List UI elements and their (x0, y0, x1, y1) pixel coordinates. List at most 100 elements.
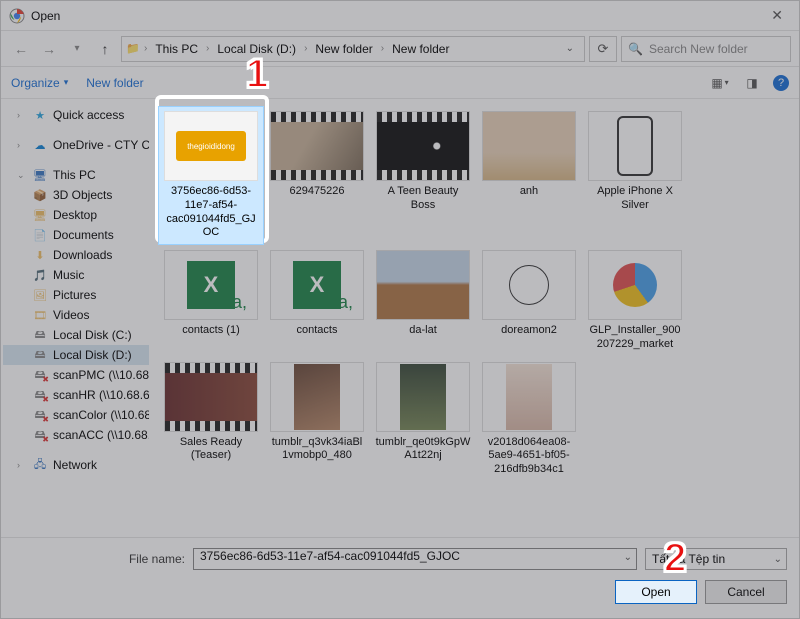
file-thumbnail (270, 111, 364, 181)
nav-back-button[interactable]: ← (9, 37, 33, 61)
sidebar-item-scanacc[interactable]: 🖴scanACC (\\10.68.6 (3, 425, 149, 445)
file-name: 629475226 (289, 185, 344, 199)
sidebar-item-3d[interactable]: 📦3D Objects (3, 185, 149, 205)
network-drive-error-icon: 🖴 (33, 428, 47, 442)
cancel-button[interactable]: Cancel (705, 580, 787, 604)
pc-icon: 🖥 (33, 168, 47, 182)
callout-2: 2 (664, 536, 686, 581)
sidebar-item-scancolor[interactable]: 🖴scanColor (\\10.68. (3, 405, 149, 425)
desktop-icon: 🖥 (33, 208, 47, 222)
close-button[interactable]: ✕ (763, 5, 791, 26)
file-name: GLP_Installer_900207229_market (587, 324, 683, 352)
file-thumbnail (482, 111, 576, 181)
view-options-button[interactable]: ▦ ▾ (709, 74, 731, 92)
file-thumbnail (482, 250, 576, 320)
file-item[interactable]: anh (477, 107, 581, 244)
file-item[interactable]: tumblr_q3vk34iaBl1vmobp0_480 (265, 358, 369, 481)
file-item[interactable]: GLP_Installer_900207229_market (583, 246, 687, 356)
navigation-tree: ›★Quick access ›☁OneDrive - CTY CP DI ⌄🖥… (1, 99, 151, 537)
open-button[interactable]: Open (615, 580, 697, 604)
network-icon: 🖧 (33, 458, 47, 472)
breadcrumb[interactable]: New folder (311, 41, 376, 57)
address-dropdown-icon[interactable]: ⌄ (560, 43, 580, 54)
network-drive-error-icon: 🖴 (33, 408, 47, 422)
sidebar-this-pc[interactable]: ⌄🖥This PC (3, 165, 149, 185)
file-item[interactable]: da-lat (371, 246, 475, 356)
file-thumbnail: Xa, (270, 250, 364, 320)
network-drive-error-icon: 🖴 (33, 368, 47, 382)
window-title: Open (31, 9, 60, 23)
refresh-button[interactable]: ⟳ (589, 36, 617, 62)
file-name: da-lat (409, 324, 437, 338)
sidebar-quick-access[interactable]: ›★Quick access (3, 105, 149, 125)
file-thumbnail (482, 362, 576, 432)
downloads-icon: ⬇ (33, 248, 47, 262)
file-name: contacts (297, 324, 338, 338)
titlebar: Open ✕ (1, 1, 799, 31)
chevron-down-icon[interactable]: ⌄ (774, 554, 782, 565)
search-placeholder: Search New folder (649, 42, 748, 56)
file-thumbnail (588, 111, 682, 181)
sidebar-item-documents[interactable]: 📄Documents (3, 225, 149, 245)
file-item-selected[interactable]: thegioididong 3756ec86-6d53-11e7-af54-ca… (159, 107, 263, 244)
star-icon: ★ (33, 108, 47, 122)
file-item[interactable]: v2018d064ea08-5ae9-4651-bf05-216dfb9b34c… (477, 358, 581, 481)
chrome-icon (9, 8, 25, 24)
sidebar-item-downloads[interactable]: ⬇Downloads (3, 245, 149, 265)
file-thumbnail (376, 250, 470, 320)
file-name: doreamon2 (501, 324, 557, 338)
preview-pane-button[interactable]: ◨ (741, 74, 763, 92)
file-item[interactable]: Xa, contacts (265, 246, 369, 356)
pictures-icon: 🖼 (33, 288, 47, 302)
file-thumbnail (376, 362, 470, 432)
file-thumbnail: thegioididong (164, 111, 258, 181)
sidebar-item-scanpmc[interactable]: 🖴scanPMC (\\10.68.6 (3, 365, 149, 385)
file-item[interactable]: doreamon2 (477, 246, 581, 356)
sidebar-item-pictures[interactable]: 🖼Pictures (3, 285, 149, 305)
file-name: v2018d064ea08-5ae9-4651-bf05-216dfb9b34c… (481, 436, 577, 477)
file-item[interactable]: tumblr_qe0t9kGpWA1t22nj (371, 358, 475, 481)
callout-1: 1 (246, 52, 268, 97)
documents-icon: 📄 (33, 228, 47, 242)
help-button[interactable]: ? (773, 75, 789, 91)
sidebar-item-desktop[interactable]: 🖥Desktop (3, 205, 149, 225)
sidebar-item-scanhr[interactable]: 🖴scanHR (\\10.68.68 (3, 385, 149, 405)
sidebar-item-videos[interactable]: 🎞Videos (3, 305, 149, 325)
file-name: A Teen Beauty Boss (375, 185, 471, 213)
breadcrumb[interactable]: This PC (151, 41, 202, 57)
nav-up-button[interactable]: ↑ (93, 37, 117, 61)
cloud-icon: ☁ (33, 138, 47, 152)
address-bar[interactable]: 📁 › This PC › Local Disk (D:) › New fold… (121, 36, 585, 62)
file-name: tumblr_q3vk34iaBl1vmobp0_480 (269, 436, 365, 464)
sidebar-network[interactable]: ›🖧Network (3, 455, 149, 475)
new-folder-button[interactable]: New folder (86, 76, 143, 90)
drive-icon: 🖴 (33, 328, 47, 342)
folder-icon: 📦 (33, 188, 47, 202)
nav-forward-button[interactable]: → (37, 37, 61, 61)
file-thumbnail: Xa, (164, 250, 258, 320)
sidebar-item-music[interactable]: 🎵Music (3, 265, 149, 285)
toolbar: Organize ▾ New folder ▦ ▾ ◨ ? (1, 67, 799, 99)
file-name: 3756ec86-6d53-11e7-af54-cac091044fd5_GJO… (163, 185, 259, 240)
file-item[interactable]: Xa, contacts (1) (159, 246, 263, 356)
file-name: Sales Ready (Teaser) (163, 436, 259, 464)
file-item[interactable]: Apple iPhone X Silver (583, 107, 687, 244)
search-input[interactable]: 🔍 Search New folder (621, 36, 791, 62)
sidebar-item-drive-d[interactable]: 🖴Local Disk (D:) (3, 345, 149, 365)
filename-input[interactable]: 3756ec86-6d53-11e7-af54-cac091044fd5_GJO… (193, 548, 637, 570)
sidebar-onedrive[interactable]: ›☁OneDrive - CTY CP DI (3, 135, 149, 155)
file-thumbnail (376, 111, 470, 181)
chevron-down-icon[interactable]: ⌄ (624, 552, 632, 563)
search-icon: 🔍 (628, 42, 643, 56)
sidebar-item-drive-c[interactable]: 🖴Local Disk (C:) (3, 325, 149, 345)
breadcrumb[interactable]: New folder (388, 41, 453, 57)
file-item[interactable]: A Teen Beauty Boss (371, 107, 475, 244)
file-thumbnail (270, 362, 364, 432)
file-name: Apple iPhone X Silver (587, 185, 683, 213)
file-item[interactable]: 629475226 (265, 107, 369, 244)
music-icon: 🎵 (33, 268, 47, 282)
file-item[interactable]: Sales Ready (Teaser) (159, 358, 263, 481)
organize-menu[interactable]: Organize ▾ (11, 76, 68, 90)
nav-recent-dropdown[interactable]: ▾ (65, 37, 89, 61)
videos-icon: 🎞 (33, 308, 47, 322)
